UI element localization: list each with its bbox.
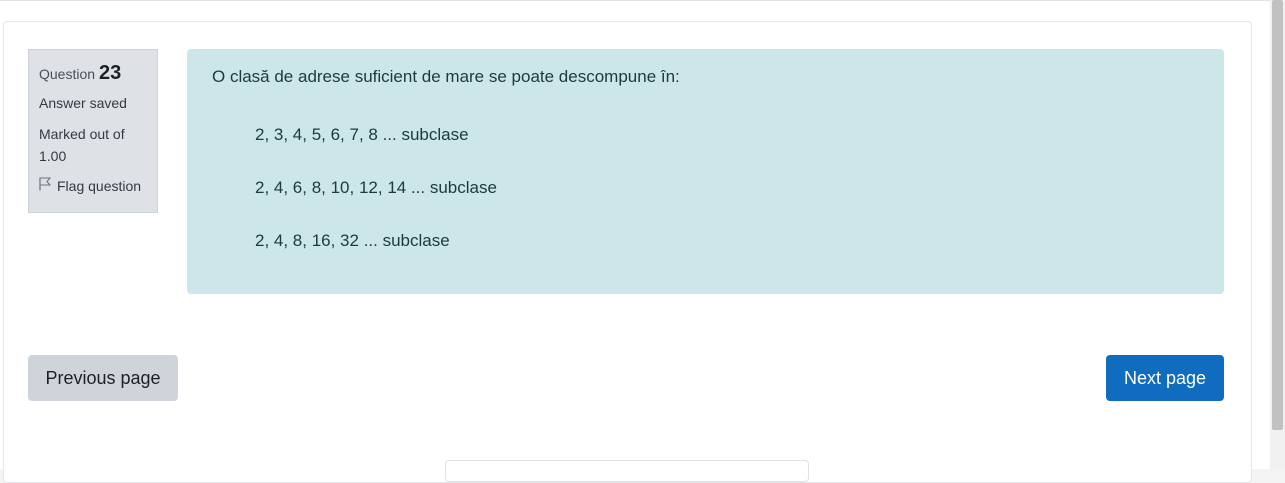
answer-option-1[interactable]: 2, 3, 4, 5, 6, 7, 8 ... subclase	[255, 125, 469, 145]
flag-question-label: Flag question	[57, 177, 142, 194]
scrollbar-thumb[interactable]	[1272, 0, 1283, 430]
question-grade: Marked out of 1.00	[39, 126, 125, 164]
vertical-scrollbar[interactable]	[1270, 0, 1285, 469]
flag-icon	[39, 177, 52, 194]
next-page-button[interactable]: Next page	[1106, 355, 1224, 401]
question-state: Answer saved	[39, 95, 127, 111]
question-info-panel: Question 23 Answer saved Marked out of 1…	[28, 49, 158, 213]
question-number: Question 23	[39, 62, 147, 85]
previous-page-button[interactable]: Previous page	[28, 355, 178, 401]
answer-option-2[interactable]: 2, 4, 6, 8, 10, 12, 14 ... subclase	[255, 178, 497, 198]
answer-option-3[interactable]: 2, 4, 8, 16, 32 ... subclase	[255, 231, 450, 251]
question-number-value: 23	[99, 62, 122, 84]
top-divider	[0, 0, 1270, 1]
question-label: Question	[39, 66, 96, 82]
question-text: O clasă de adrese suficient de mare se p…	[212, 67, 680, 86]
flag-question-link[interactable]: Flag question	[39, 177, 147, 194]
quiz-navigation-box	[445, 460, 809, 482]
question-formulation: O clasă de adrese suficient de mare se p…	[187, 49, 1224, 294]
